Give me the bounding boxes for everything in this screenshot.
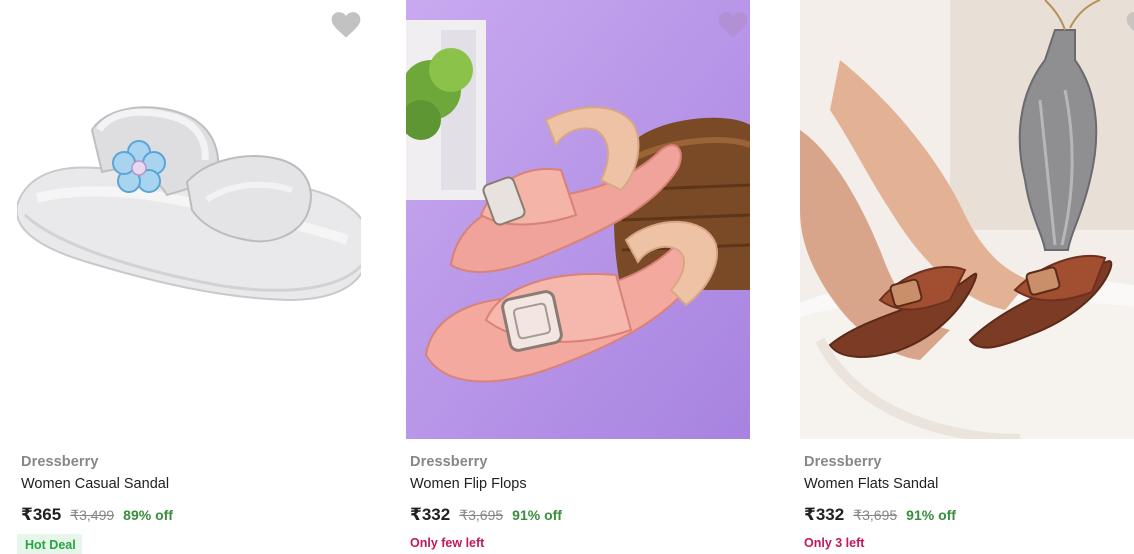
original-price: ₹3,499 <box>70 507 115 523</box>
wishlist-heart-icon[interactable] <box>331 11 361 39</box>
white-sandal-illustration <box>17 0 361 439</box>
brand-name: Dressberry <box>804 454 882 470</box>
original-price: ₹3,695 <box>459 507 504 523</box>
discount-percent: 91% off <box>512 507 562 523</box>
price-row: ₹332 ₹3,695 91% off <box>804 505 956 525</box>
product-image[interactable] <box>17 0 361 439</box>
stock-warning: Only few left <box>410 536 485 550</box>
discount-percent: 91% off <box>906 507 956 523</box>
pink-sandal-illustration <box>406 0 750 439</box>
original-price: ₹3,695 <box>853 507 898 523</box>
product-title[interactable]: Women Casual Sandal <box>21 476 169 492</box>
wishlist-heart-icon[interactable] <box>1126 11 1134 39</box>
brown-sandal-illustration <box>800 0 1134 439</box>
stock-warning: Only 3 left <box>804 536 865 550</box>
discount-percent: 89% off <box>123 507 173 523</box>
product-card[interactable]: Dressberry Women Casual Sandal ₹365 ₹3,4… <box>17 0 361 554</box>
brand-name: Dressberry <box>410 454 488 470</box>
hot-deal-badge: Hot Deal <box>17 534 82 554</box>
product-card[interactable]: Dressberry Women Flats Sandal ₹332 ₹3,69… <box>800 0 1134 554</box>
price-row: ₹365 ₹3,499 89% off <box>21 505 173 525</box>
selling-price: ₹332 <box>410 505 451 524</box>
product-card[interactable]: Dressberry Women Flip Flops ₹332 ₹3,695 … <box>406 0 750 554</box>
wishlist-heart-icon[interactable] <box>718 11 748 39</box>
selling-price: ₹332 <box>804 505 845 524</box>
product-image[interactable] <box>800 0 1134 439</box>
product-title[interactable]: Women Flats Sandal <box>804 476 938 492</box>
product-image[interactable] <box>406 0 750 439</box>
brand-name: Dressberry <box>21 454 99 470</box>
product-title[interactable]: Women Flip Flops <box>410 476 527 492</box>
price-row: ₹332 ₹3,695 91% off <box>410 505 562 525</box>
selling-price: ₹365 <box>21 505 62 524</box>
